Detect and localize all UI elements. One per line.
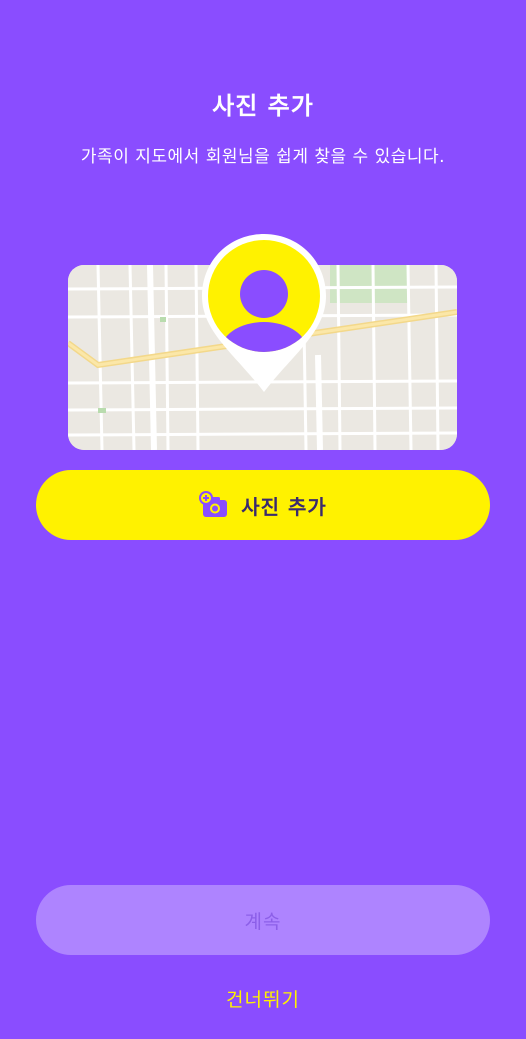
camera-plus-icon <box>199 491 229 519</box>
continue-button[interactable]: 계속 <box>36 885 490 955</box>
page-subtitle: 가족이 지도에서 회원님을 쉽게 찾을 수 있습니다. <box>80 147 446 167</box>
add-photo-button[interactable]: 사진 추가 <box>36 470 490 540</box>
add-photo-screen: 사진 추가 가족이 지도에서 회원님을 쉽게 찾을 수 있습니다. 사진 추가 … <box>0 0 526 1039</box>
skip-link[interactable]: 건너뛰기 <box>0 985 526 1012</box>
page-title: 사진 추가 <box>212 92 314 120</box>
avatar-pin-icon <box>198 230 330 396</box>
add-photo-label: 사진 추가 <box>241 494 327 519</box>
